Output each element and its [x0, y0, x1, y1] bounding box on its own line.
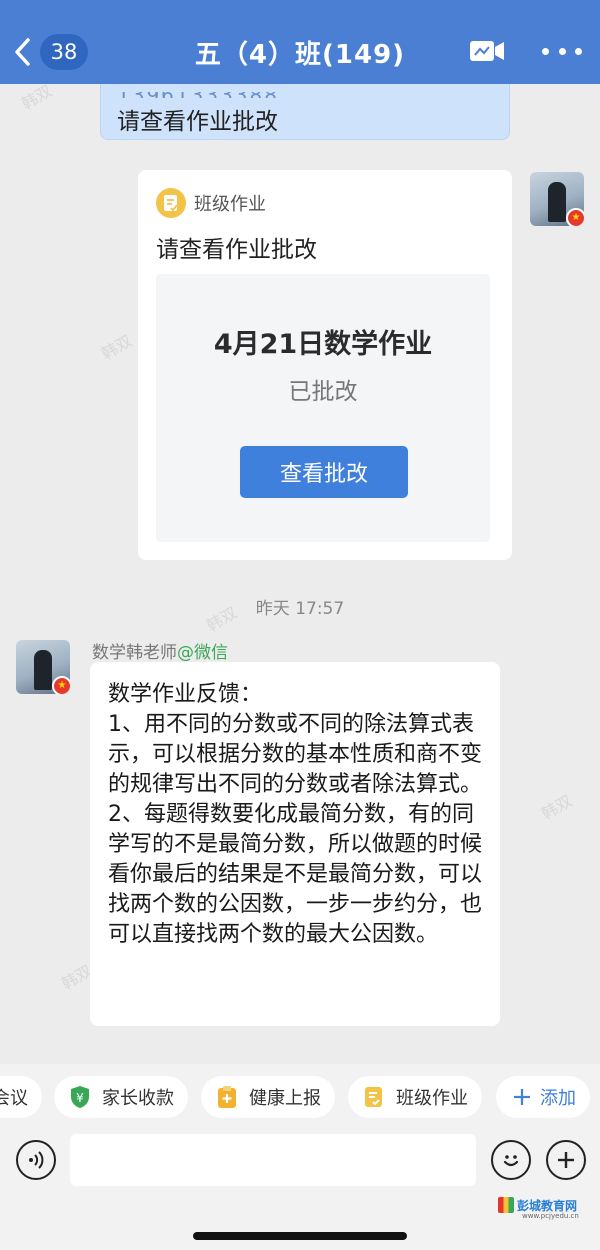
cut-off-text: 13961333388 — [117, 92, 493, 98]
shortcut-label: 健康上报 — [249, 1088, 321, 1109]
card-message: 请查看作业批改 — [156, 237, 317, 263]
chevron-left-icon — [15, 38, 30, 66]
homework-icon — [156, 188, 186, 218]
shortcut-class-homework[interactable]: 班级作业 — [348, 1076, 482, 1118]
view-grading-button[interactable]: 查看批改 — [240, 446, 408, 498]
logo-url: www.pcjyedu.cn — [522, 1212, 579, 1220]
avatar[interactable]: ★ — [530, 172, 584, 226]
svg-text:¥: ¥ — [76, 1091, 84, 1105]
input-bar — [0, 1126, 600, 1250]
shortcut-parent-payment[interactable]: ¥ 家长收款 — [54, 1076, 188, 1118]
home-indicator — [193, 1232, 407, 1240]
watermark: 韩双 — [538, 791, 576, 824]
logo-name: 彭城教育网 — [517, 1198, 578, 1213]
payment-shield-icon: ¥ — [68, 1085, 92, 1109]
message-bubble[interactable]: 数学作业反馈： 1、用不同的分数或不同的除法算式表示，可以根据分数的基本性质和商… — [90, 662, 500, 1026]
site-logo: 彭城教育网 www.pcjyedu.cn — [498, 1192, 594, 1220]
more-button[interactable] — [542, 38, 582, 64]
message-line: 2、每题得数要化成最简分数，有的同学写的不是最简分数，所以做题的时候看你最后的结… — [108, 802, 483, 947]
shortcut-label: 添加 — [540, 1088, 576, 1109]
plus-button[interactable] — [546, 1140, 586, 1180]
more-dot-icon — [542, 47, 549, 55]
sender-source: @微信 — [177, 643, 228, 663]
previous-message-bubble[interactable]: 13961333388 请查看作业批改 — [100, 84, 510, 140]
shortcut-meeting[interactable]: 会议 — [0, 1076, 42, 1118]
sender-name: 数学韩老师 — [92, 643, 177, 663]
voice-button[interactable] — [16, 1140, 56, 1180]
clipboard-plus-icon — [215, 1085, 239, 1109]
shortcut-label: 班级作业 — [396, 1088, 468, 1109]
chat-area[interactable]: 韩双 韩双 韩双 韩双 韩双 13961333388 请查看作业批改 ★ 班级作… — [0, 84, 600, 1064]
homework-title: 4月21日数学作业 — [213, 329, 433, 360]
sender-avatar[interactable]: ★ — [16, 640, 70, 694]
emoji-button[interactable] — [491, 1140, 531, 1180]
sender-name-line: 数学韩老师@微信 — [92, 638, 228, 663]
plus-circle-icon — [558, 1152, 574, 1168]
homework-icon — [362, 1085, 386, 1109]
homework-card[interactable]: 班级作业 请查看作业批改 4月21日数学作业 已批改 查看批改 — [138, 170, 512, 560]
back-button[interactable]: 38 — [10, 32, 100, 72]
emoji-icon — [503, 1155, 519, 1167]
flag-badge-icon: ★ — [52, 676, 70, 694]
shortcut-health-report[interactable]: 健康上报 — [201, 1076, 335, 1118]
shortcut-label: 会议 — [0, 1088, 28, 1109]
timestamp: 昨天 17:57 — [255, 599, 345, 619]
chat-header: 38 五（4）班(149) — [0, 0, 600, 84]
avatar-figure — [548, 182, 566, 222]
homework-panel: 4月21日数学作业 已批改 查看批改 — [156, 274, 490, 542]
homework-status: 已批改 — [288, 379, 358, 405]
chat-title: 五（4）班(149) — [194, 40, 406, 70]
shortcut-add[interactable]: 添加 — [496, 1076, 590, 1118]
message-input[interactable] — [70, 1134, 476, 1186]
voice-icon — [29, 1151, 44, 1169]
shortcut-label: 家长收款 — [102, 1088, 174, 1109]
video-call-icon — [470, 41, 504, 61]
message-line: 数学作业反馈： — [108, 682, 263, 707]
card-header: 班级作业 — [156, 188, 266, 218]
watermark: 韩双 — [18, 84, 56, 114]
flag-badge-icon: ★ — [566, 208, 584, 226]
more-dot-icon — [558, 47, 566, 55]
card-app-label: 班级作业 — [194, 194, 266, 215]
video-call-button[interactable] — [469, 38, 505, 64]
message-line: 1、用不同的分数或不同的除法算式表示，可以根据分数的基本性质和商不变的规律写出不… — [108, 712, 483, 797]
more-dot-icon — [575, 47, 582, 55]
previous-message-text: 请查看作业批改 — [117, 109, 278, 135]
watermark: 韩双 — [98, 331, 136, 364]
avatar-figure — [34, 650, 52, 690]
logo-mark-icon — [498, 1197, 514, 1213]
shortcut-bar: 会议 ¥ 家长收款 健康上报 班级作业 添加 — [0, 1064, 600, 1126]
plus-icon — [510, 1085, 534, 1109]
unread-count-badge: 38 — [40, 34, 88, 70]
